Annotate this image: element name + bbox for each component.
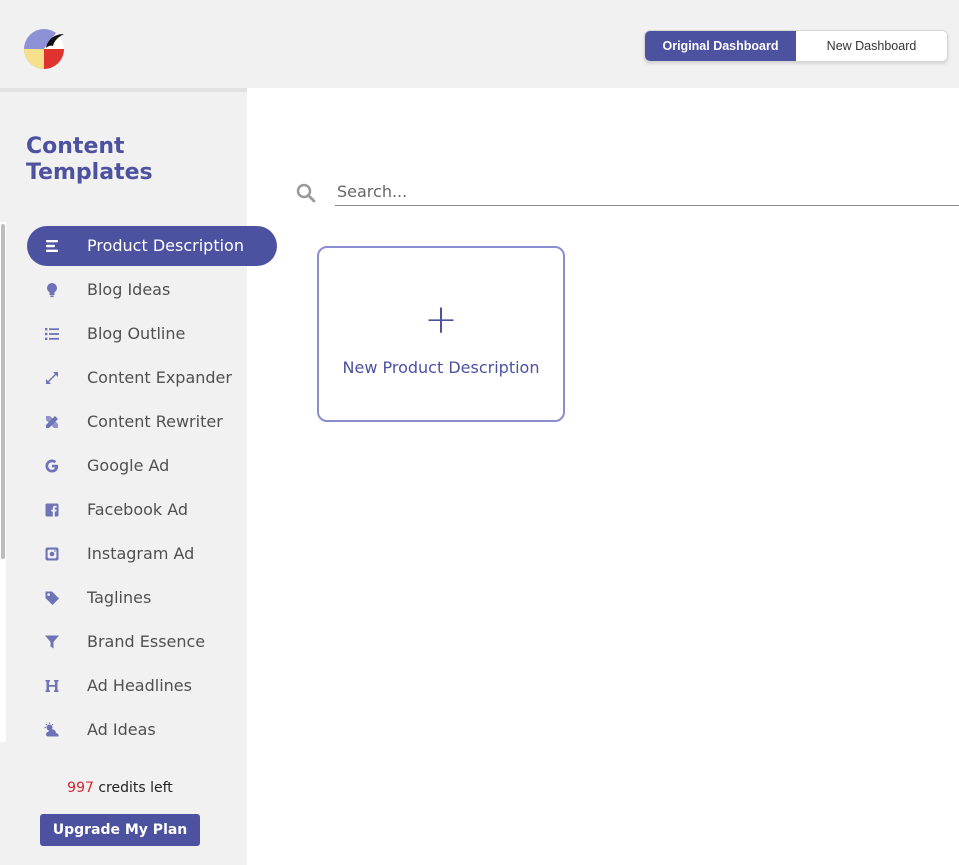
sidebar-scrollbar[interactable] (0, 222, 6, 742)
cloud-sun-icon (43, 722, 61, 738)
expand-arrows-icon (43, 370, 61, 386)
lightbulb-icon (43, 282, 61, 298)
credits-suffix: credits left (93, 780, 173, 796)
list-icon (43, 326, 61, 342)
sidebar-item-ad-headlines[interactable]: Ad Headlines (27, 666, 277, 706)
credits-count: 997 (67, 780, 94, 796)
sidebar-item-content-expander[interactable]: Content Expander (27, 358, 277, 398)
sidebar-title: Content Templates (26, 134, 153, 185)
sidebar-scrollbar-thumb[interactable] (1, 224, 5, 559)
credits-left: 997 credits left (0, 780, 240, 796)
sidebar-item-ad-ideas[interactable]: Ad Ideas (27, 710, 277, 750)
plus-icon: + (424, 297, 458, 343)
tag-icon (43, 590, 61, 606)
heading-icon (43, 678, 61, 694)
sidebar-item-label: Content Expander (87, 368, 232, 387)
new-card-label: New Product Description (342, 358, 540, 377)
pencil-ruler-icon (43, 414, 61, 430)
sidebar-item-label: Content Rewriter (87, 412, 223, 431)
facebook-icon (43, 502, 61, 518)
sidebar-item-instagram-ad[interactable]: Instagram Ad (27, 534, 277, 574)
upgrade-plan-button[interactable]: Upgrade My Plan (40, 814, 200, 846)
sidebar-item-label: Ad Headlines (87, 676, 192, 695)
sidebar-item-label: Facebook Ad (87, 500, 189, 519)
new-dashboard-button[interactable]: New Dashboard (796, 31, 947, 61)
top-bar: Original Dashboard New Dashboard (0, 0, 959, 88)
dashboard-toggle: Original Dashboard New Dashboard (644, 30, 948, 62)
sidebar-item-google-ad[interactable]: Google Ad (27, 446, 277, 486)
google-icon (43, 458, 61, 474)
sidebar-item-label: Ad Ideas (87, 720, 156, 739)
sidebar-item-brand-essence[interactable]: Brand Essence (27, 622, 277, 662)
instagram-icon (43, 546, 61, 562)
brand-logo-icon[interactable] (24, 28, 66, 70)
filter-icon (43, 634, 61, 650)
sidebar-item-label: Blog Ideas (87, 280, 171, 299)
sidebar-item-label: Instagram Ad (87, 544, 195, 563)
search-input[interactable] (335, 178, 959, 206)
sidebar-item-blog-outline[interactable]: Blog Outline (27, 314, 277, 354)
sidebar-item-label: Brand Essence (87, 632, 206, 651)
search-icon (296, 183, 316, 203)
align-left-icon (43, 238, 61, 254)
sidebar-item-label: Blog Outline (87, 324, 186, 343)
sidebar-item-facebook-ad[interactable]: Facebook Ad (27, 490, 277, 530)
sidebar-item-blog-ideas[interactable]: Blog Ideas (27, 270, 277, 310)
sidebar-item-label: Taglines (87, 588, 152, 607)
original-dashboard-button[interactable]: Original Dashboard (645, 31, 796, 61)
sidebar-item-label: Product Description (87, 236, 244, 255)
new-product-description-card[interactable]: + New Product Description (317, 246, 565, 422)
sidebar-item-label: Google Ad (87, 456, 170, 475)
sidebar-item-content-rewriter[interactable]: Content Rewriter (27, 402, 277, 442)
sidebar: Content Templates Product Description Bl… (0, 92, 277, 865)
sidebar-item-taglines[interactable]: Taglines (27, 578, 277, 618)
sidebar-item-product-description[interactable]: Product Description (27, 226, 277, 266)
